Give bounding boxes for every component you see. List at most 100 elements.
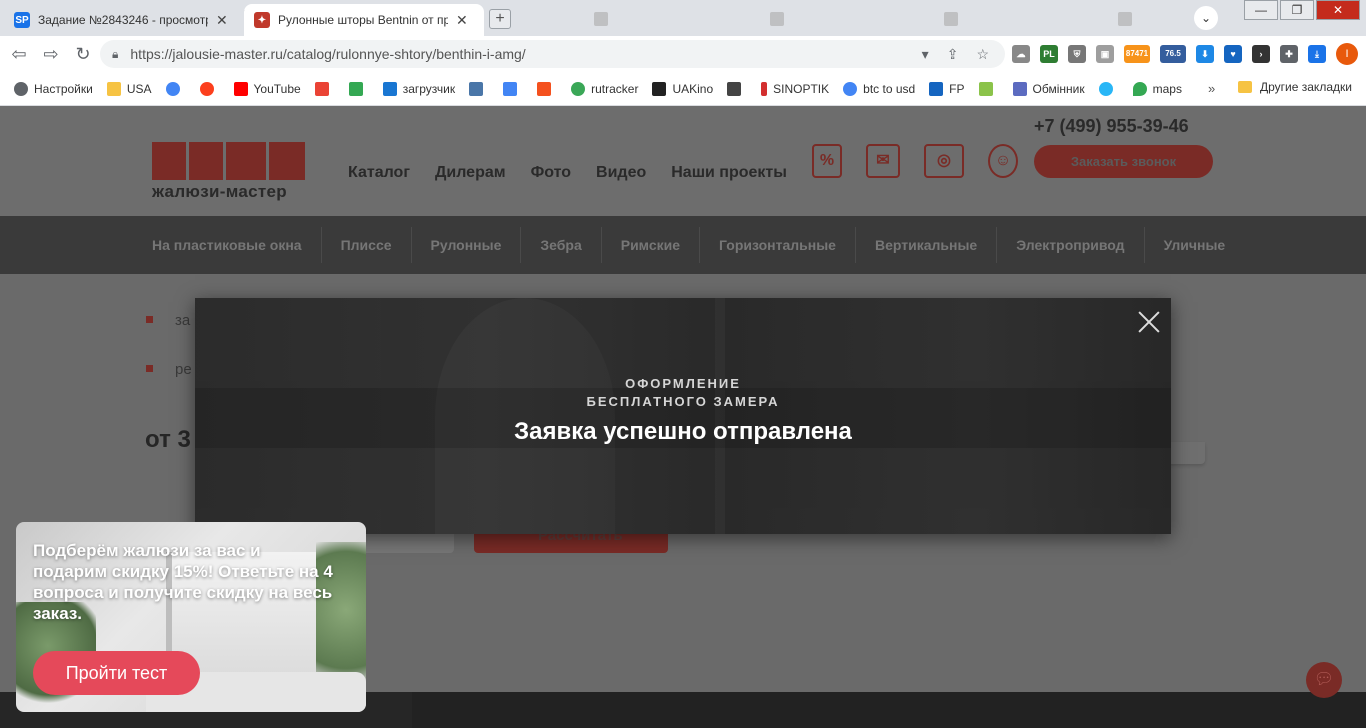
chess-icon xyxy=(727,81,742,96)
category-vertical[interactable]: Вертикальные xyxy=(856,227,998,263)
bookmark-vk[interactable] xyxy=(469,81,489,96)
quiz-popup: Подберём жалюзи за вас и подарим скидку … xyxy=(16,522,366,712)
bookmark-yandex[interactable] xyxy=(199,81,220,96)
bookmark-star-icon[interactable]: ☆ xyxy=(976,46,989,63)
category-nav: На пластиковые окна Плиссе Рулонные Зебр… xyxy=(0,216,1366,274)
lock-icon[interactable]: 🔒︎ xyxy=(112,47,118,62)
maximize-button[interactable]: ❐ xyxy=(1280,0,1314,20)
envelope-icon[interactable]: ✉ xyxy=(866,144,900,178)
modal-subtitle-line1: ОФОРМЛЕНИЕ xyxy=(625,376,741,391)
bc-icon xyxy=(978,81,993,96)
bookmark-bc[interactable] xyxy=(978,81,999,96)
ltc-extension-icon[interactable]: 76.5 xyxy=(1160,45,1186,63)
bullet-text: за xyxy=(175,312,191,329)
gift-percent-icon[interactable]: % xyxy=(812,144,842,178)
reload-icon[interactable]: ↻ xyxy=(70,41,96,67)
bookmark-chess[interactable] xyxy=(727,81,747,96)
snowflake-icon xyxy=(1098,81,1113,96)
callback-button[interactable]: Заказать звонок xyxy=(1034,145,1213,178)
modal-subtitle: ОФОРМЛЕНИЕ БЕСПЛАТНОГО ЗАМЕРА xyxy=(195,375,1171,411)
bookmark-settings[interactable]: Настройки xyxy=(14,81,93,96)
tab-close-icon[interactable]: ✕ xyxy=(216,12,228,29)
tab-task[interactable]: SP Задание №2843246 - просмотр за ✕ xyxy=(4,4,242,36)
nav-dealers[interactable]: Дилерам xyxy=(435,164,506,182)
download-extension-icon[interactable]: ⬇ xyxy=(1196,45,1214,63)
site-favicon-icon: ✦ xyxy=(254,12,270,28)
bookmark-btc[interactable]: btc to usd xyxy=(843,81,915,96)
google-icon xyxy=(843,81,858,96)
category-roman[interactable]: Римские xyxy=(602,227,701,263)
nav-projects[interactable]: Наши проекты xyxy=(671,164,787,182)
phone-number[interactable]: +7 (499) 955-39-46 xyxy=(1034,116,1189,137)
nav-video[interactable]: Видео xyxy=(596,164,646,182)
category-plastic-windows[interactable]: На пластиковые окна xyxy=(133,227,322,263)
bookmark-drive[interactable] xyxy=(348,81,369,96)
vk-icon xyxy=(469,81,484,96)
bullet-marker xyxy=(146,365,153,372)
downloads-icon[interactable]: ⤓ xyxy=(1308,45,1326,63)
bookmark-youtube[interactable]: YouTube xyxy=(233,81,301,96)
vpn-extension-icon[interactable]: PL xyxy=(1040,45,1058,63)
share-icon[interactable]: ⇪ xyxy=(947,46,959,63)
tab-search-chevron-icon[interactable]: ⌄ xyxy=(1194,6,1218,30)
drive-icon xyxy=(348,81,363,96)
extensions-bar: ☁ PL ⛨ ▣ 87471 76.5 ⬇ ♥ › ✚ ⤓ I ⋮ xyxy=(1012,36,1366,72)
category-roller[interactable]: Рулонные xyxy=(412,227,522,263)
tab-title: Рулонные шторы Bentnin от прои xyxy=(278,13,448,27)
measure-tape-icon[interactable]: ◎ xyxy=(924,144,964,178)
category-pleated[interactable]: Плиссе xyxy=(322,227,412,263)
heart-extension-icon[interactable]: ♥ xyxy=(1224,45,1242,63)
take-test-button[interactable]: Пройти тест xyxy=(33,651,200,695)
cloud-extension-icon[interactable]: ☁ xyxy=(1012,45,1030,63)
category-motorized[interactable]: Электропривод xyxy=(997,227,1145,263)
bookmark-snowflake[interactable] xyxy=(1098,81,1119,96)
footer-strip-right xyxy=(412,692,1366,728)
bookmark-google[interactable] xyxy=(165,81,186,96)
nav-photo[interactable]: Фото xyxy=(531,164,571,182)
nav-catalog[interactable]: Каталог xyxy=(348,164,410,182)
new-tab-button[interactable]: + xyxy=(489,9,511,29)
category-outdoor[interactable]: Уличные xyxy=(1145,227,1245,263)
bookmark-rutracker[interactable]: rutracker xyxy=(571,81,638,96)
arrow-extension-icon[interactable]: › xyxy=(1252,45,1270,63)
bookmark-maps[interactable]: maps xyxy=(1132,81,1182,96)
bookmark-gmail[interactable] xyxy=(314,81,335,96)
bookmark-sinoptik[interactable]: SINOPTIK xyxy=(761,81,829,96)
browser-toolbar: ⇦ ⇨ ↻ 🔒︎ https://jalousie-master.ru/cata… xyxy=(0,36,1366,72)
category-horizontal[interactable]: Горизонтальные xyxy=(700,227,856,263)
btc-extension-icon[interactable]: 87471 xyxy=(1124,45,1150,63)
url-text[interactable]: https://jalousie-master.ru/catalog/rulon… xyxy=(130,46,525,62)
dropdown-triangle-icon[interactable]: ▾ xyxy=(922,46,929,63)
minimize-button[interactable]: — xyxy=(1244,0,1278,20)
bookmark-usa[interactable]: USA xyxy=(106,81,152,96)
tab-current[interactable]: ✦ Рулонные шторы Bentnin от прои ✕ xyxy=(244,4,484,36)
bookmark-exchange[interactable]: Обмінник xyxy=(1012,81,1085,96)
bookmark-loader[interactable]: загрузчик xyxy=(382,81,455,96)
tab-close-icon[interactable]: ✕ xyxy=(456,12,468,29)
success-modal: ОФОРМЛЕНИЕ БЕСПЛАТНОГО ЗАМЕРА Заявка усп… xyxy=(195,298,1171,534)
other-bookmarks[interactable]: Другие закладки xyxy=(1238,80,1352,94)
site-logo[interactable]: жалюзи-мастер xyxy=(152,142,308,202)
logo-text: жалюзи-мастер xyxy=(152,182,287,201)
close-window-button[interactable]: ✕ xyxy=(1316,0,1360,20)
exchange-icon xyxy=(1012,81,1027,96)
address-bar[interactable]: 🔒︎ https://jalousie-master.ru/catalog/ru… xyxy=(100,40,1005,68)
category-zebra[interactable]: Зебра xyxy=(521,227,602,263)
bookmarks-bar: Настройки USA YouTube загрузчик rutracke… xyxy=(0,72,1366,106)
bookmarks-more-icon[interactable]: » xyxy=(1208,81,1215,96)
bookmark-f[interactable] xyxy=(537,81,557,96)
close-icon[interactable] xyxy=(1135,308,1163,336)
bookmark-fp[interactable]: FP xyxy=(929,81,965,96)
yandex-icon xyxy=(199,81,214,96)
ghost-tab xyxy=(944,10,1084,28)
forward-arrow-icon[interactable]: ⇨ xyxy=(38,41,64,67)
bookmark-uakino[interactable]: UAKino xyxy=(652,81,713,96)
puzzle-extensions-icon[interactable]: ✚ xyxy=(1280,45,1298,63)
back-arrow-icon[interactable]: ⇦ xyxy=(6,41,32,67)
messenger-icon[interactable]: ☺ xyxy=(988,144,1018,178)
bookmark-translate[interactable] xyxy=(503,81,523,96)
shield-extension-icon[interactable]: ⛨ xyxy=(1068,45,1086,63)
briefcase-extension-icon[interactable]: ▣ xyxy=(1096,45,1114,63)
profile-avatar[interactable]: I xyxy=(1336,43,1358,65)
chat-icon[interactable]: 💬︎ xyxy=(1306,662,1342,698)
